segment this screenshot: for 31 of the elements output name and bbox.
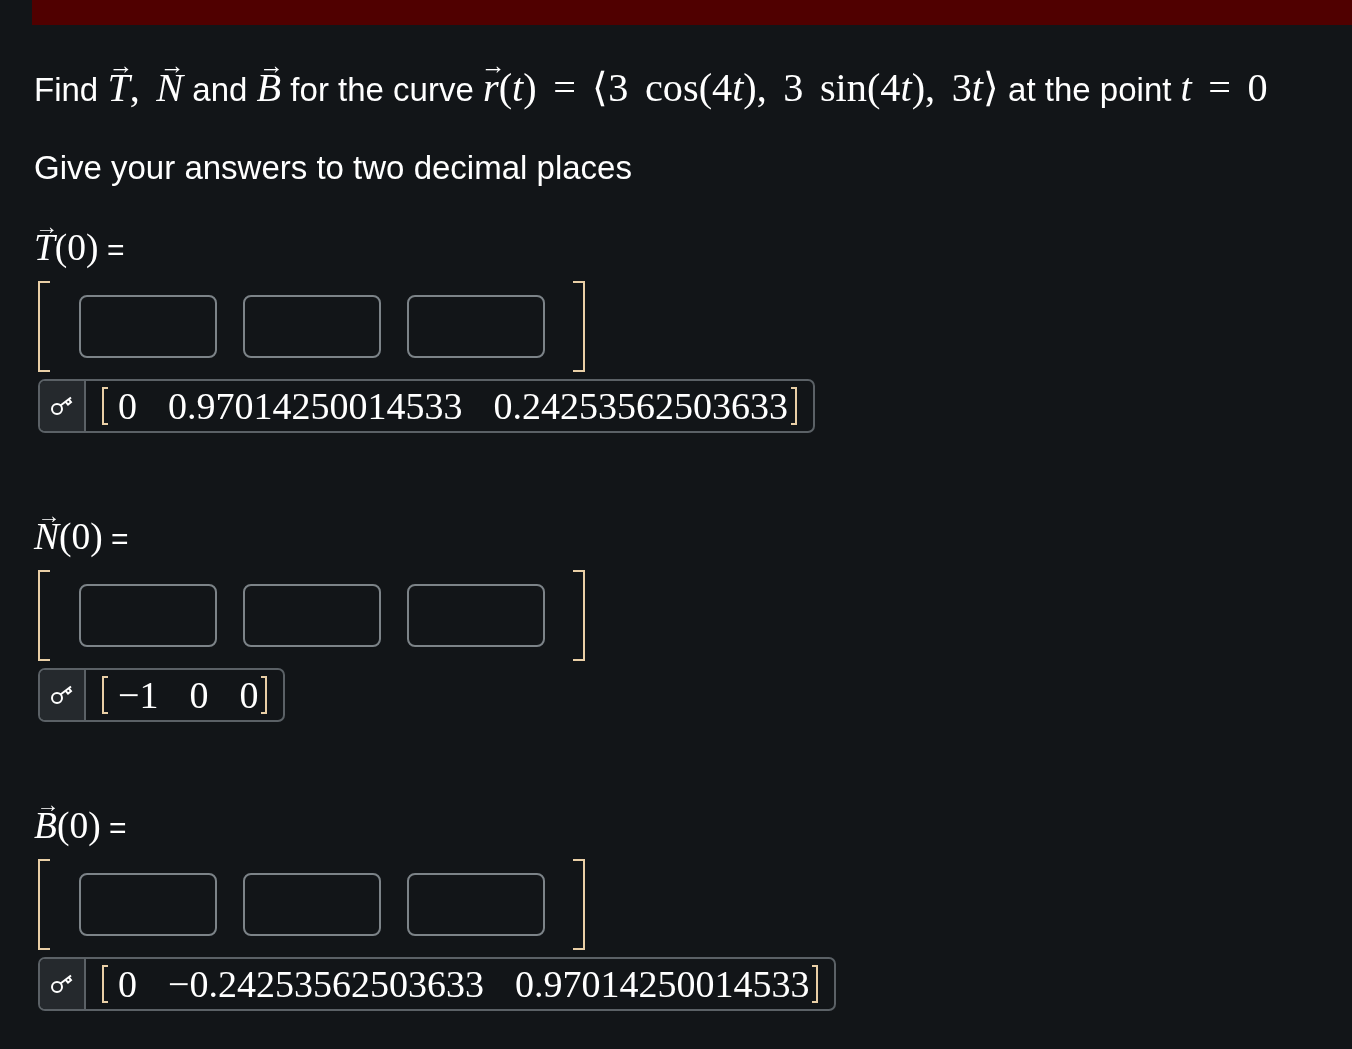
key-button[interactable] [40, 959, 86, 1009]
right-bracket-icon [573, 570, 585, 661]
left-bracket-icon [102, 965, 108, 1003]
left-bracket-icon [102, 676, 108, 714]
key-button[interactable] [40, 381, 86, 431]
answer-input[interactable] [79, 873, 217, 936]
left-bracket-icon [38, 570, 50, 661]
answer-input[interactable] [407, 584, 545, 647]
answer-input[interactable] [243, 873, 381, 936]
right-bracket-icon [573, 281, 585, 372]
answer-input[interactable] [243, 584, 381, 647]
answer-text: 0 −0.24253562503633 0.97014250014533 [117, 962, 811, 1006]
instruction-text: Give your answers to two decimal places [34, 148, 632, 188]
answer-input[interactable] [243, 295, 381, 358]
right-bracket-icon [573, 859, 585, 950]
answer-text: 0 0.97014250014533 0.24253562503633 [117, 384, 789, 428]
right-bracket-icon [261, 676, 268, 714]
right-bracket-icon [812, 965, 819, 1003]
left-bracket-icon [38, 859, 50, 950]
key-icon [50, 396, 74, 416]
right-bracket-icon [791, 387, 797, 425]
key-icon [50, 685, 74, 705]
answer-input[interactable] [79, 584, 217, 647]
left-bracket-icon [102, 387, 108, 425]
answer-input[interactable] [407, 873, 545, 936]
left-bracket-icon [38, 281, 50, 372]
key-button[interactable] [40, 670, 86, 720]
answer-input[interactable] [79, 295, 217, 358]
answer-text: −1 0 0 [117, 673, 260, 717]
key-icon [50, 974, 74, 994]
answer-input[interactable] [407, 295, 545, 358]
